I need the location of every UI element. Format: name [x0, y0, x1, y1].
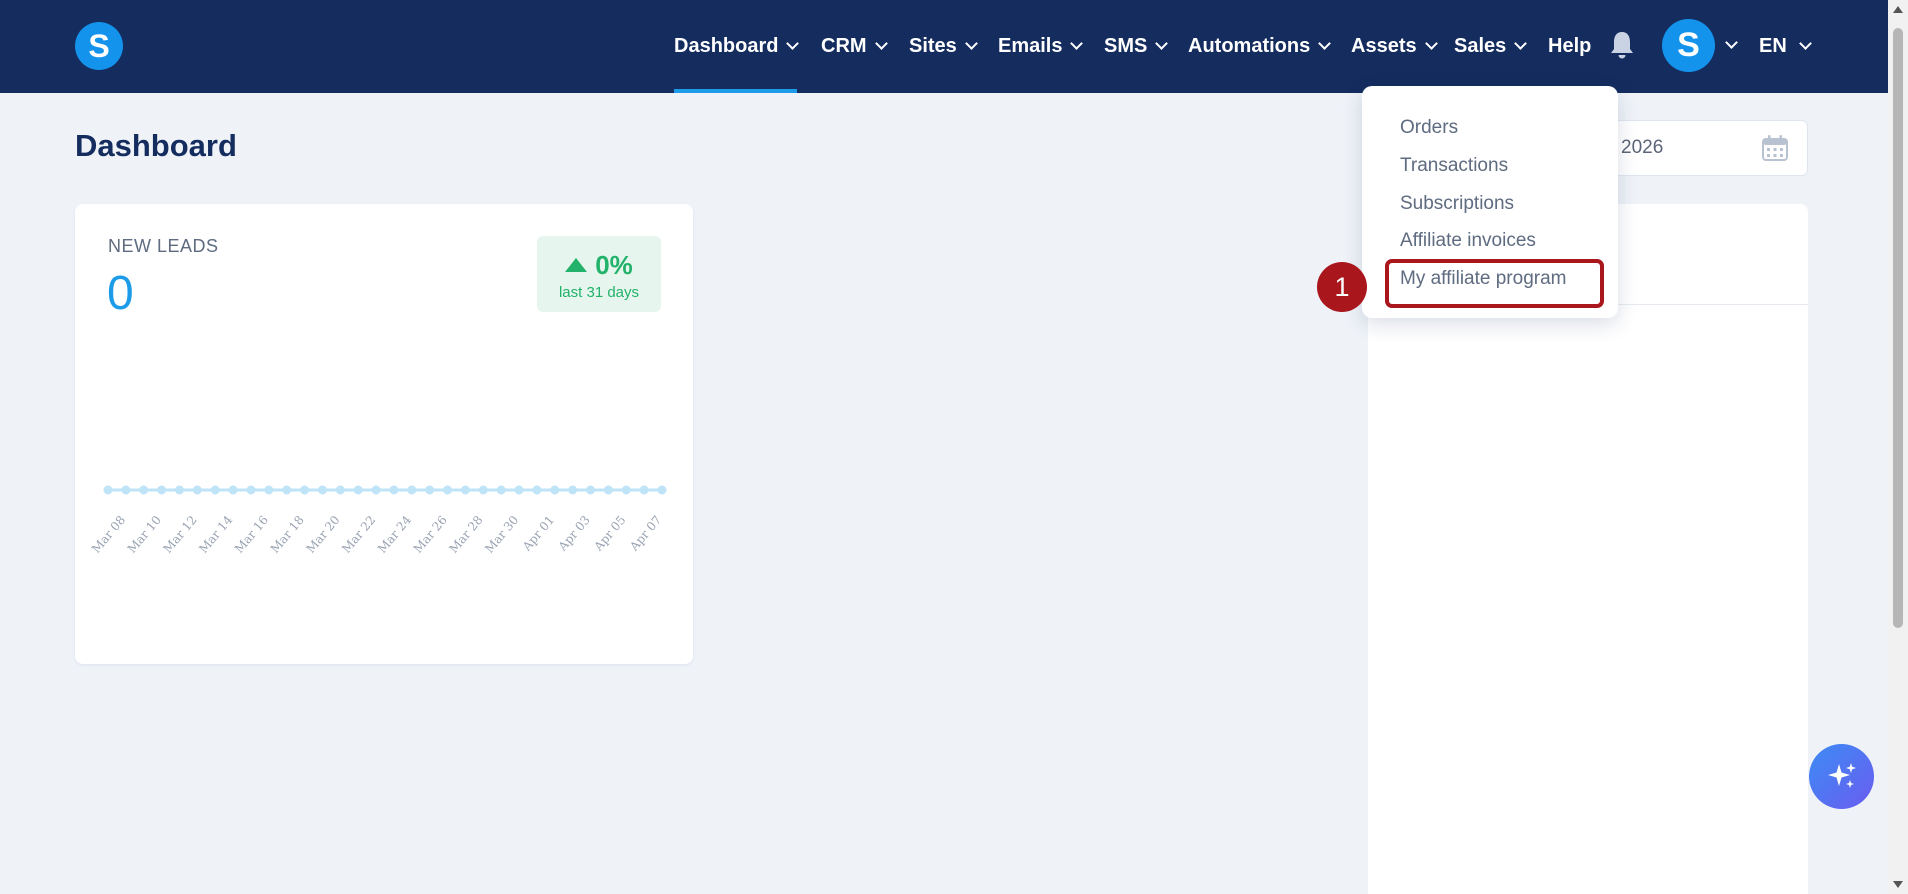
data-point[interactable]: [425, 485, 435, 495]
x-tick-label: Mar 12: [160, 513, 199, 556]
menu-item-subscriptions[interactable]: Subscriptions: [1400, 193, 1514, 215]
x-tick-label: Mar 14: [196, 513, 235, 556]
nav-help[interactable]: Help: [1548, 0, 1591, 93]
x-tick-label: Mar 24: [375, 513, 414, 556]
nav-automations[interactable]: Automations: [1188, 0, 1332, 93]
data-point[interactable]: [121, 485, 131, 495]
data-point[interactable]: [282, 485, 292, 495]
x-tick-label: Mar 30: [482, 513, 521, 556]
scroll-thumb[interactable]: [1893, 28, 1903, 628]
data-point[interactable]: [192, 485, 202, 495]
nav-label: Dashboard: [674, 35, 779, 57]
nav-dashboard[interactable]: Dashboard: [674, 0, 800, 93]
x-tick-label: Mar 08: [89, 513, 128, 556]
data-point[interactable]: [103, 485, 113, 495]
leads-line-chart: Mar 08Mar 10Mar 12Mar 14Mar 16Mar 18Mar …: [89, 485, 667, 556]
x-tick-label: Mar 18: [268, 513, 307, 556]
data-point[interactable]: [389, 485, 399, 495]
chevron-down-icon: [1514, 37, 1528, 50]
nav-label: Sites: [909, 35, 957, 57]
language-label: EN: [1759, 35, 1787, 57]
data-point[interactable]: [407, 485, 417, 495]
annotation-highlight: [1385, 259, 1604, 308]
nav-sites[interactable]: Sites: [909, 0, 978, 93]
data-point[interactable]: [657, 485, 667, 495]
page-scrollbar[interactable]: [1888, 0, 1908, 894]
chevron-down-icon: [874, 37, 888, 50]
x-tick-label: Apr 03: [555, 513, 593, 554]
data-point[interactable]: [335, 485, 345, 495]
annotation-step-badge: 1: [1317, 262, 1367, 312]
data-point[interactable]: [586, 485, 596, 495]
nav-label: Automations: [1188, 35, 1311, 57]
data-point[interactable]: [621, 485, 631, 495]
top-navigation-bar: S Dashboard CRM Sites Emails SMS Automat…: [0, 0, 1908, 93]
page-title: Dashboard: [75, 128, 237, 163]
x-tick-label: Mar 26: [411, 513, 450, 556]
data-point[interactable]: [139, 485, 149, 495]
nav-label: Assets: [1351, 35, 1417, 57]
date-range-value: 2026: [1621, 137, 1664, 158]
nav-crm[interactable]: CRM: [821, 0, 888, 93]
data-point[interactable]: [568, 485, 578, 495]
menu-item-orders[interactable]: Orders: [1400, 117, 1458, 139]
nav-sales[interactable]: Sales: [1454, 0, 1528, 93]
scroll-up-arrow-icon[interactable]: [1893, 6, 1903, 13]
data-point[interactable]: [460, 485, 470, 495]
x-tick-label: Mar 16: [232, 513, 271, 556]
nav-assets[interactable]: Assets: [1351, 0, 1438, 93]
data-point[interactable]: [639, 485, 649, 495]
chevron-down-icon: [1424, 37, 1438, 50]
data-point[interactable]: [246, 485, 256, 495]
x-tick-label: Mar 20: [303, 513, 342, 556]
nav-label: Emails: [998, 35, 1063, 57]
menu-item-affiliate-invoices[interactable]: Affiliate invoices: [1400, 230, 1536, 252]
menu-item-transactions[interactable]: Transactions: [1400, 155, 1508, 177]
x-tick-label: Mar 28: [446, 513, 485, 556]
chevron-down-icon: [1155, 37, 1169, 50]
new-leads-card: NEW LEADS 0 0% last 31 days Mar 08 Mar 10…: [75, 204, 693, 664]
data-point[interactable]: [532, 485, 542, 495]
data-point[interactable]: [300, 485, 310, 495]
ai-assistant-button[interactable]: [1809, 744, 1874, 809]
chevron-down-icon: [1070, 37, 1084, 50]
data-point[interactable]: [514, 485, 524, 495]
nav-label: CRM: [821, 35, 867, 57]
data-point[interactable]: [478, 485, 488, 495]
x-tick-label: Mar 10: [125, 513, 164, 556]
language-selector[interactable]: EN: [1759, 0, 1812, 93]
x-tick-label: Apr 05: [591, 513, 629, 554]
nav-label: SMS: [1104, 35, 1148, 57]
x-tick-label: Apr 07: [626, 513, 664, 554]
x-tick-label: Mar 22: [339, 513, 378, 556]
nav-emails[interactable]: Emails: [998, 0, 1084, 93]
scroll-down-arrow-icon[interactable]: [1893, 881, 1903, 888]
bell-icon[interactable]: [1609, 30, 1635, 60]
data-point[interactable]: [443, 485, 453, 495]
data-point[interactable]: [603, 485, 613, 495]
data-point[interactable]: [174, 485, 184, 495]
x-tick-label: Apr 01: [519, 513, 557, 554]
sparkle-icon: [1827, 762, 1856, 788]
data-point[interactable]: [371, 485, 381, 495]
user-avatar[interactable]: S: [1662, 19, 1715, 72]
chevron-down-icon: [964, 37, 978, 50]
chevron-down-icon: [1798, 37, 1812, 50]
calendar-icon[interactable]: [1761, 134, 1789, 162]
data-point[interactable]: [228, 485, 238, 495]
data-point[interactable]: [210, 485, 220, 495]
data-point[interactable]: [496, 485, 506, 495]
nav-label: Help: [1548, 35, 1592, 57]
nav-label: Sales: [1454, 35, 1507, 57]
data-point[interactable]: [264, 485, 274, 495]
chevron-down-icon: [1318, 37, 1332, 50]
data-point[interactable]: [317, 485, 327, 495]
data-point[interactable]: [550, 485, 560, 495]
data-point[interactable]: [353, 485, 363, 495]
chevron-down-icon: [786, 37, 800, 50]
data-point[interactable]: [157, 485, 167, 495]
nav-sms[interactable]: SMS: [1104, 0, 1169, 93]
